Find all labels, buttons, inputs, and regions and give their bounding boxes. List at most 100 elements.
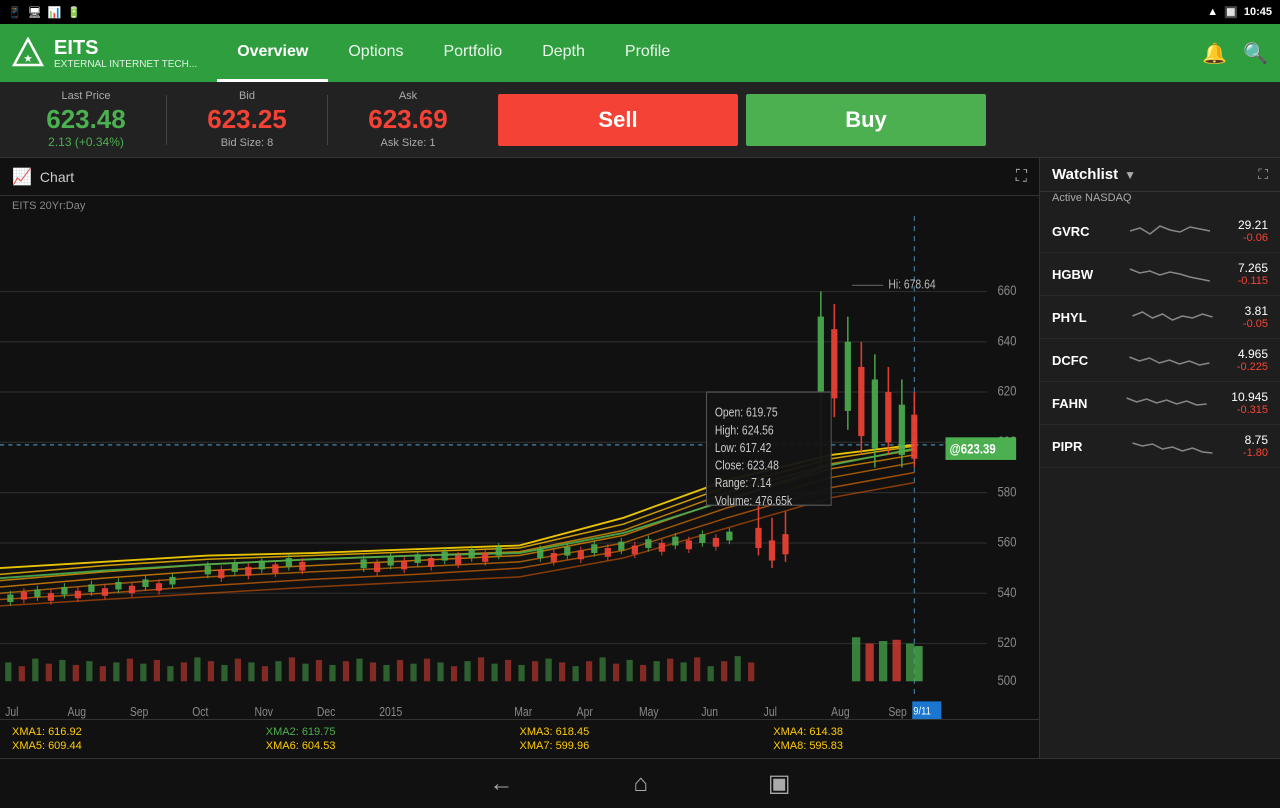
tab-overview[interactable]: Overview [217,24,328,82]
svg-text:Close: 623.48: Close: 623.48 [715,460,779,473]
status-bar-right: ▲ 🔲 10:45 [1207,6,1272,19]
wi-prices-phyl: 3.81 -0.05 [1243,304,1268,330]
chart-sub-label: EITS 20Yr:Day [0,196,1039,216]
brand-text: EITS EXTERNAL INTERNET TECH... [54,37,197,70]
bid-value: 623.25 [207,104,287,135]
svg-text:Aug: Aug [831,706,849,719]
monitor-icon: 🖥 [28,6,42,19]
svg-text:Volume: 476.65k: Volume: 476.65k [715,495,792,508]
brand: ★ EITS EXTERNAL INTERNET TECH... [12,37,197,70]
svg-text:520: 520 [997,635,1016,650]
watchlist-item-pipr[interactable]: PIPR 8.75 -1.80 [1040,425,1280,468]
watchlist-item-gvrc[interactable]: GVRC 29.21 -0.06 [1040,210,1280,253]
brand-name: EITS [54,37,197,59]
chart-title-group: 📈 Chart [12,167,74,187]
tab-options[interactable]: Options [328,24,423,82]
svg-text:Sep: Sep [130,706,148,719]
svg-text:Nov: Nov [255,706,274,719]
svg-text:Hi: 678.64: Hi: 678.64 [888,279,936,292]
chart-area: 📈 Chart ⛶ EITS 20Yr:Day [0,158,1040,758]
xma7-label: XMA7: 599.96 [520,740,774,752]
wi-symbol-gvrc: GVRC [1052,224,1102,239]
nav-right: 🔔 🔍 [1202,41,1268,66]
wi-symbol-fahn: FAHN [1052,396,1102,411]
svg-text:Open: 619.75: Open: 619.75 [715,407,778,420]
xma8-label: XMA8: 595.83 [773,740,1027,752]
bid-label: Bid [239,90,255,102]
wi-symbol-dcfc: DCFC [1052,353,1102,368]
svg-text:Low: 617.42: Low: 617.42 [715,442,772,455]
back-button[interactable]: ← [489,770,513,798]
svg-text:9/11: 9/11 [913,706,931,718]
brand-logo: ★ [12,37,44,69]
xma3-label: XMA3: 618.45 [520,726,774,738]
xma6-label: XMA6: 604.53 [266,740,520,752]
wi-sparkline-hgbw [1110,259,1230,289]
chart-header: 📈 Chart ⛶ [0,158,1039,196]
chart-expand-button[interactable]: ⛶ [1016,168,1027,186]
chart-title-label: Chart [40,169,74,185]
xma2-label: XMA2: 619.75 [266,726,520,738]
chart-svg: Hi: 678.64 660 640 620 600 [0,216,1039,719]
divider-1 [166,95,167,145]
wi-prices-dcfc: 4.965 -0.225 [1237,347,1268,373]
last-price-change: 2.13 (+0.34%) [48,135,124,149]
wi-sparkline-fahn [1110,388,1223,418]
home-button[interactable]: ⌂ [633,770,648,798]
wifi-icon: ▲ [1207,6,1218,18]
buy-button[interactable]: Buy [746,94,986,146]
recent-apps-button[interactable]: ▣ [768,769,791,798]
chart-mini-icon: 📊 [48,6,62,19]
watchlist-item-fahn[interactable]: FAHN 10.945 -0.315 [1040,382,1280,425]
svg-text:Mar: Mar [514,706,532,719]
svg-text:620: 620 [997,384,1016,399]
ask-value: 623.69 [368,104,448,135]
watchlist-expand-icon[interactable]: ⛶ [1258,166,1268,183]
ask-group: Ask 623.69 Ask Size: 1 [338,90,478,149]
battery-full-icon: 🔲 [1224,6,1238,19]
svg-text:660: 660 [997,283,1016,298]
xma-bar: XMA1: 616.92 XMA2: 619.75 XMA3: 618.45 X… [0,719,1039,758]
search-icon[interactable]: 🔍 [1243,41,1268,66]
phone-icon: 📱 [8,6,22,19]
last-price-group: Last Price 623.48 2.13 (+0.34%) [16,90,156,149]
divider-2 [327,95,328,145]
svg-text:560: 560 [997,535,1016,550]
wi-sparkline-phyl [1110,302,1235,332]
watchlist-header: Watchlist ▼ ⛶ [1040,158,1280,192]
chart-svg-container[interactable]: Hi: 678.64 660 640 620 600 [0,216,1039,719]
watchlist-dropdown-icon[interactable]: ▼ [1124,168,1136,182]
tab-depth[interactable]: Depth [522,24,605,82]
battery-icon: 🔋 [67,6,81,19]
watchlist: Watchlist ▼ ⛶ Active NASDAQ GVRC 29.21 -… [1040,158,1280,758]
watchlist-item-phyl[interactable]: PHYL 3.81 -0.05 [1040,296,1280,339]
wi-sparkline-gvrc [1110,216,1230,246]
watchlist-title-group: Watchlist ▼ [1052,166,1136,183]
brand-subtitle: EXTERNAL INTERNET TECH... [54,59,197,70]
watchlist-item-dcfc[interactable]: DCFC 4.965 -0.225 [1040,339,1280,382]
chart-controls: ⛶ [1016,168,1027,186]
status-bar: 📱 🖥 📊 🔋 ▲ 🔲 10:45 [0,0,1280,24]
last-price-label: Last Price [62,90,111,102]
bottom-nav: ← ⌂ ▣ [0,758,1280,808]
wi-sparkline-dcfc [1110,345,1229,375]
watchlist-subtitle: Active NASDAQ [1040,192,1280,210]
svg-text:Sep: Sep [888,706,906,719]
wi-prices-fahn: 10.945 -0.315 [1231,390,1268,416]
price-bar: Last Price 623.48 2.13 (+0.34%) Bid 623.… [0,82,1280,158]
notification-icon[interactable]: 🔔 [1202,41,1227,66]
svg-text:Oct: Oct [192,706,209,719]
watchlist-item-hgbw[interactable]: HGBW 7.265 -0.115 [1040,253,1280,296]
svg-text:Jul: Jul [5,706,18,719]
bid-group: Bid 623.25 Bid Size: 8 [177,90,317,149]
svg-text:Jun: Jun [701,706,718,719]
tab-portfolio[interactable]: Portfolio [423,24,522,82]
tab-profile[interactable]: Profile [605,24,690,82]
last-price-value: 623.48 [46,104,126,135]
bid-size: Bid Size: 8 [221,137,274,149]
svg-text:@623.39: @623.39 [950,442,996,457]
svg-text:May: May [639,706,659,719]
xma1-label: XMA1: 616.92 [12,726,266,738]
wi-sparkline-pipr [1110,431,1235,461]
sell-button[interactable]: Sell [498,94,738,146]
